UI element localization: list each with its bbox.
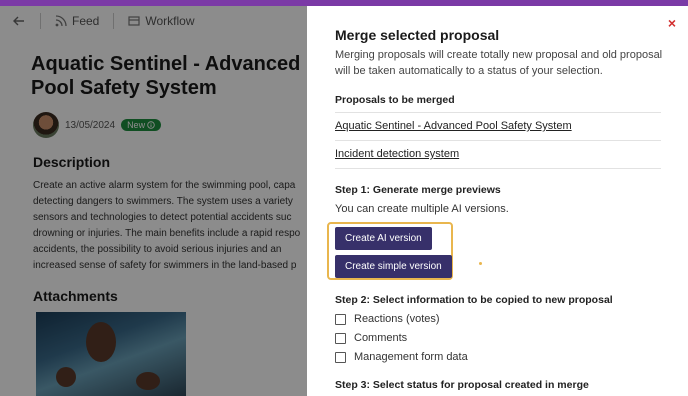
option-management-form[interactable]: Management form data [335, 351, 468, 363]
step1-text: You can create multiple AI versions. [335, 203, 509, 215]
option-label: Management form data [354, 351, 468, 363]
comments-checkbox[interactable] [335, 332, 346, 344]
step1-heading: Step 1: Generate merge previews [335, 184, 501, 196]
step2-heading: Step 2: Select information to be copied … [335, 294, 613, 306]
modal-backdrop[interactable] [0, 6, 307, 396]
divider [335, 168, 661, 169]
panel-intro: Merging proposals will create totally ne… [335, 49, 663, 77]
divider [335, 140, 661, 141]
option-label: Comments [354, 332, 408, 344]
step3-heading: Step 3: Select status for proposal creat… [335, 379, 589, 391]
option-comments[interactable]: Comments [335, 332, 407, 344]
create-simple-version-button[interactable]: Create simple version [335, 255, 452, 278]
option-reactions[interactable]: Reactions (votes) [335, 313, 440, 325]
create-ai-version-button[interactable]: Create AI version [335, 227, 432, 250]
reactions-checkbox[interactable] [335, 313, 346, 325]
option-label: Reactions (votes) [354, 313, 440, 325]
proposals-heading: Proposals to be merged [335, 94, 455, 106]
proposal-link[interactable]: Incident detection system [335, 148, 459, 160]
cursor-marker [479, 262, 482, 265]
divider [335, 112, 661, 113]
management-form-checkbox[interactable] [335, 351, 346, 363]
panel-title: Merge selected proposal [335, 27, 500, 43]
proposal-link[interactable]: Aquatic Sentinel - Advanced Pool Safety … [335, 120, 572, 132]
close-icon[interactable]: × [668, 16, 676, 30]
merge-proposal-panel: × Merge selected proposal Merging propos… [307, 6, 688, 396]
